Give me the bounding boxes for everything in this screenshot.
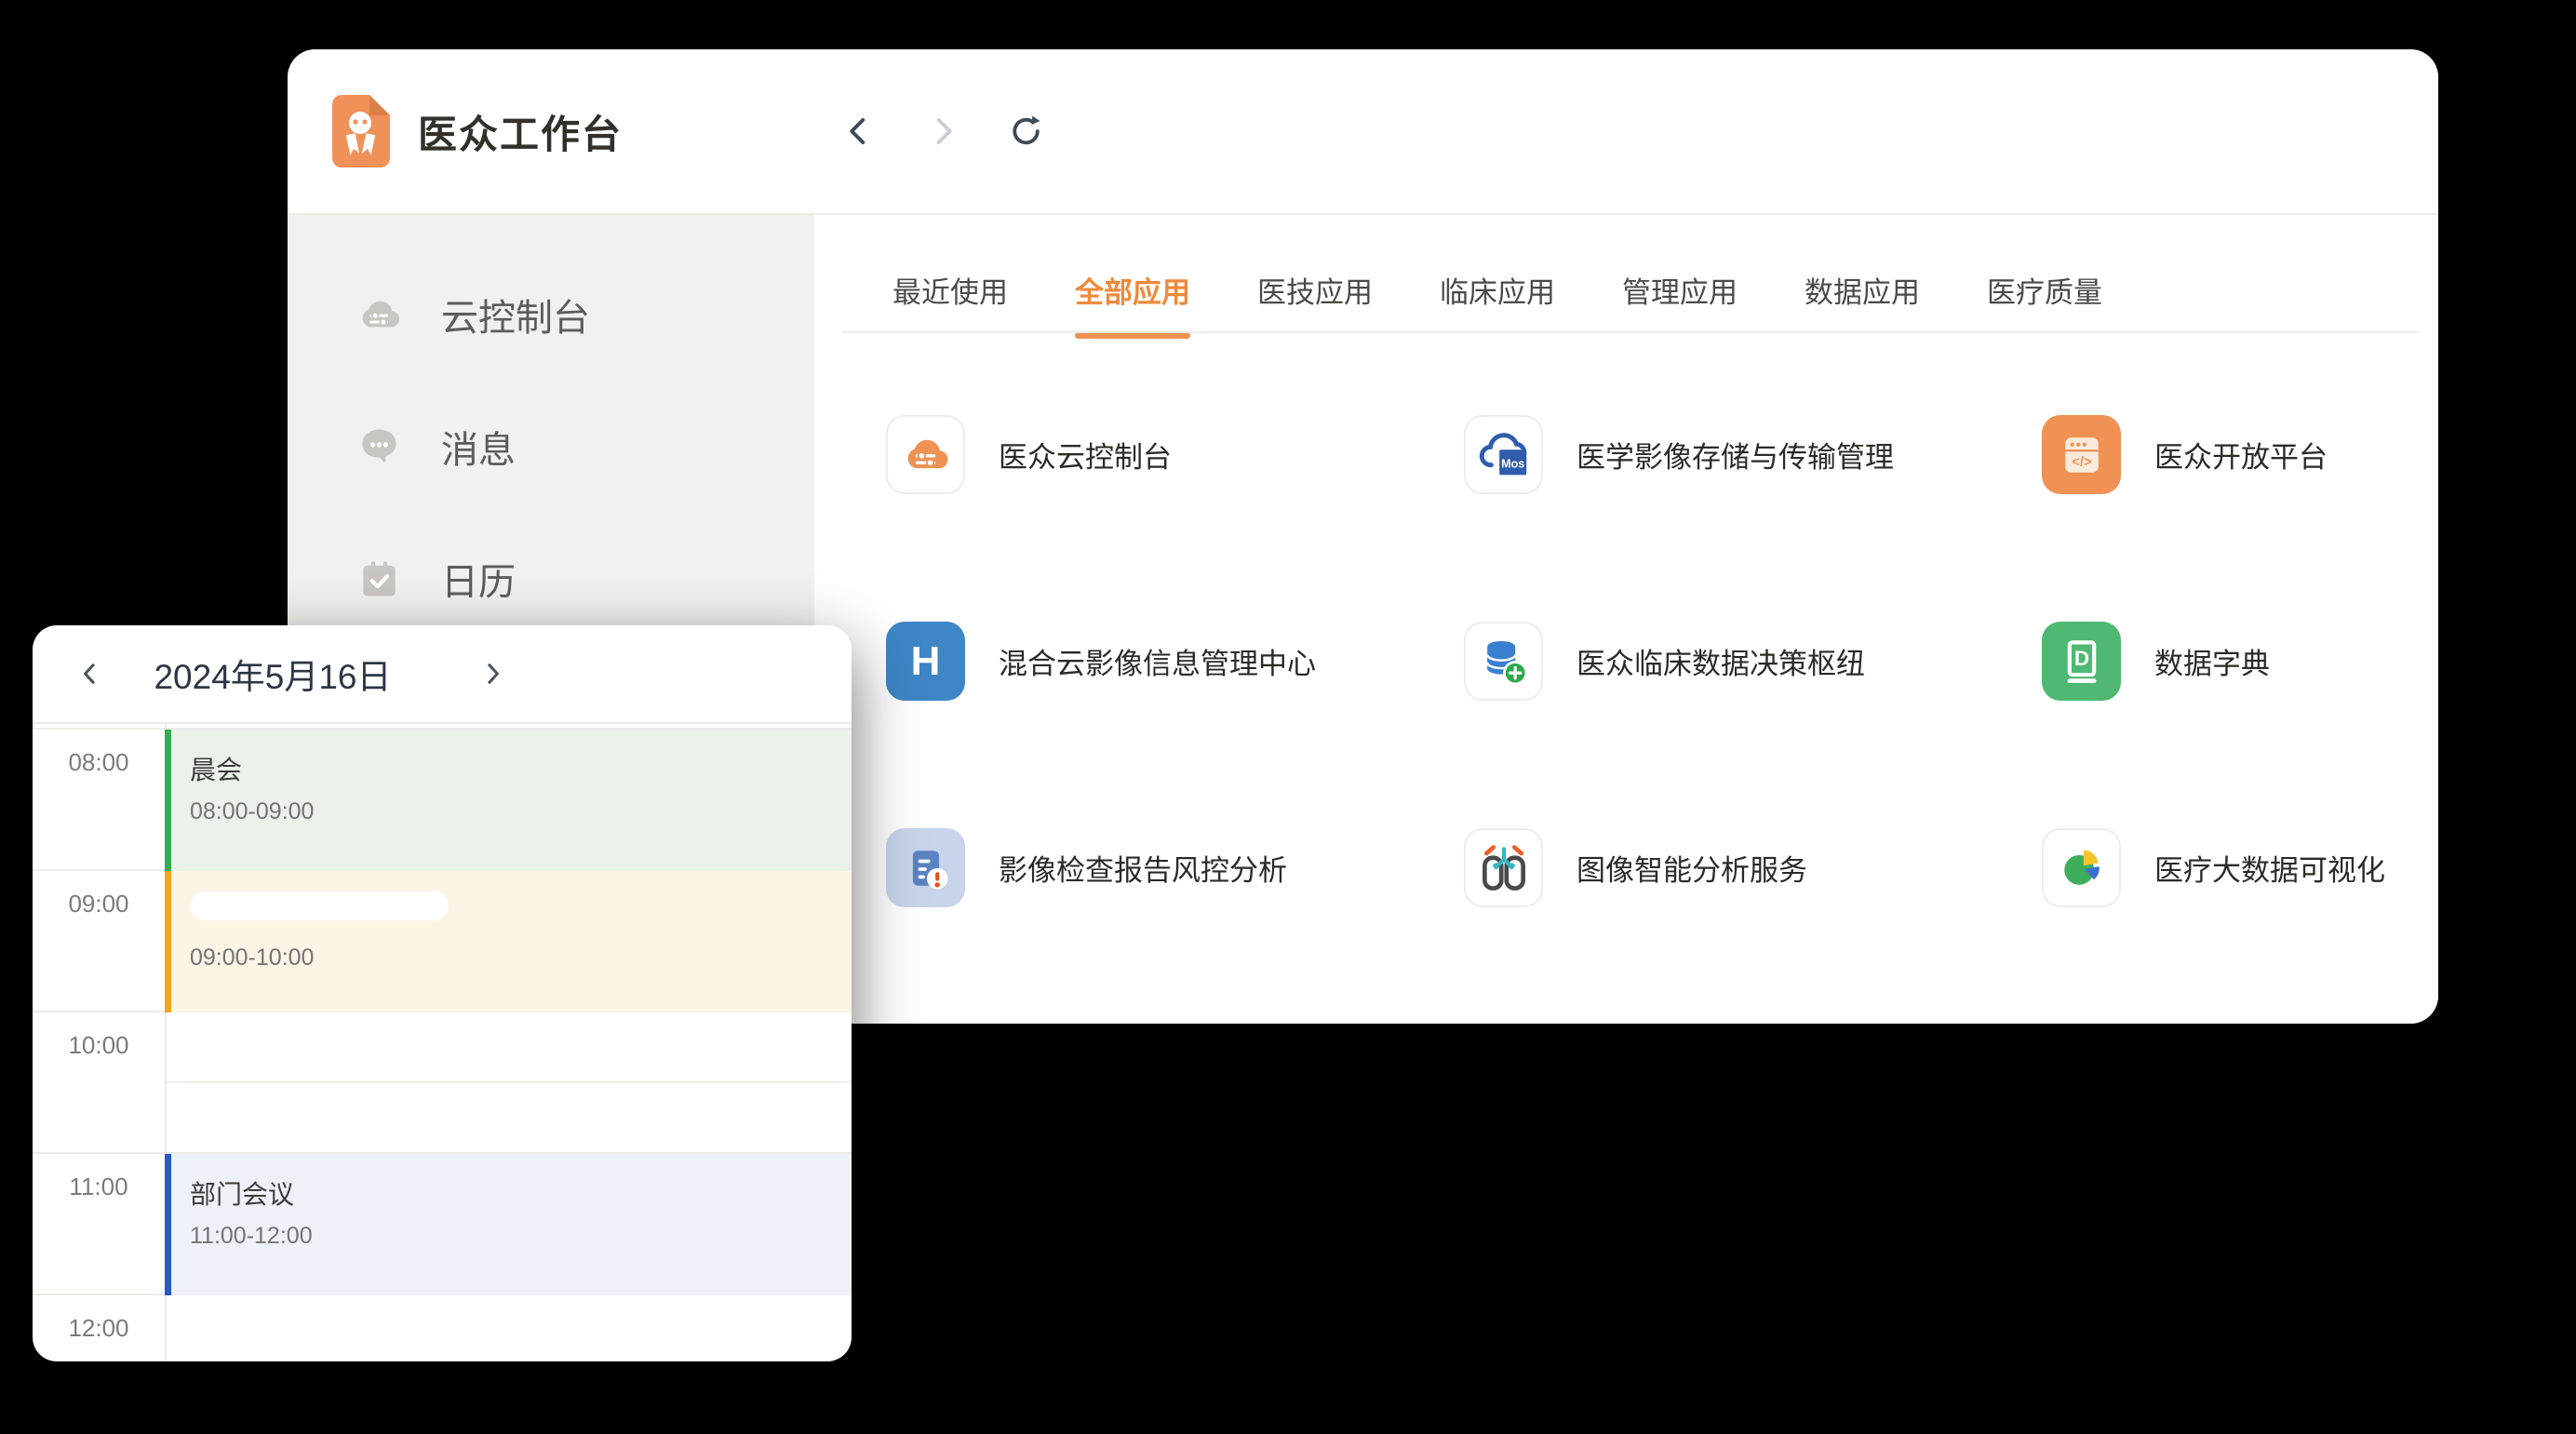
app-label: 医疗大数据可视化 <box>2154 847 2385 889</box>
dictionary-book-icon: D <box>2042 622 2121 701</box>
app-label: 医众云控制台 <box>999 434 1172 476</box>
nav-controls <box>839 49 1047 213</box>
event-redacted[interactable]: 09:00-10:00 <box>165 871 852 1012</box>
forward-icon[interactable] <box>922 111 963 152</box>
sidebar-item-messages[interactable]: 消息 <box>288 381 814 513</box>
tab-recent[interactable]: 最近使用 <box>892 269 1008 339</box>
svg-text:Mos: Mos <box>1501 457 1524 470</box>
calendar-header: 2024年5月16日 <box>33 625 852 724</box>
app-label: 医众开放平台 <box>2154 434 2328 476</box>
messages-icon <box>354 422 405 473</box>
cloud-mos-icon: Mos <box>1464 415 1543 494</box>
app-label: 医众临床数据决策枢纽 <box>1576 640 1865 682</box>
back-icon[interactable] <box>839 111 879 152</box>
time-label: 11:00 <box>33 1173 165 1201</box>
app-label: 数据字典 <box>2154 640 2270 682</box>
svg-text:</>: </> <box>2072 454 2092 470</box>
cloud-console-icon <box>354 289 405 341</box>
svg-text:D: D <box>2073 646 2088 669</box>
tab-bar: 最近使用 全部应用 医技应用 临床应用 管理应用 数据应用 医疗质量 <box>892 269 2102 339</box>
pie-chart-icon <box>2042 828 2121 907</box>
app-label: 混合云影像信息管理中心 <box>999 640 1316 682</box>
time-label: 08:00 <box>33 748 165 777</box>
tab-management[interactable]: 管理应用 <box>1622 269 1737 339</box>
event-morning-meeting[interactable]: 晨会 08:00-09:00 <box>165 730 852 871</box>
app-hybrid-cloud-imaging[interactable]: H 混合云影像信息管理中心 <box>886 622 1464 701</box>
calendar-prev-day-icon[interactable] <box>70 653 111 694</box>
app-clinical-data-hub[interactable]: 医众临床数据决策枢纽 <box>1464 622 2042 701</box>
app-label: 医学影像存储与传输管理 <box>1576 434 1894 476</box>
app-logo-icon <box>332 95 390 168</box>
sidebar-item-label: 消息 <box>441 420 516 474</box>
refresh-icon[interactable] <box>1006 111 1047 152</box>
active-tab-underline <box>1075 332 1190 339</box>
calendar-next-day-icon[interactable] <box>472 653 513 694</box>
calendar-icon <box>354 554 405 605</box>
app-bigdata-visualization[interactable]: 医疗大数据可视化 <box>2042 828 2438 907</box>
content-area: 最近使用 全部应用 医技应用 临床应用 管理应用 数据应用 医疗质量 <box>814 215 2438 1024</box>
cloud-settings-icon <box>886 415 965 494</box>
tabs-divider <box>842 331 2420 333</box>
time-label: 09:00 <box>33 890 165 918</box>
sidebar-item-label: 云控制台 <box>441 288 590 342</box>
event-title: 部门会议 <box>190 1174 852 1212</box>
open-platform-code-icon: </> <box>2042 415 2121 494</box>
app-data-dictionary[interactable]: D 数据字典 <box>2042 622 2438 701</box>
window-title: 医众工作台 <box>418 103 623 160</box>
tab-quality[interactable]: 医疗质量 <box>1987 269 2102 339</box>
event-time: 11:00-12:00 <box>190 1223 852 1250</box>
lungs-ai-icon <box>1464 828 1543 907</box>
sidebar-item-label: 日历 <box>441 552 516 606</box>
report-alert-icon <box>886 828 965 907</box>
app-grid: 医众云控制台 Mos 医学影像存储与传输管理 <box>886 415 2438 1024</box>
event-department-meeting[interactable]: 部门会议 11:00-12:00 <box>165 1154 852 1295</box>
hybrid-cloud-icon: H <box>886 622 965 701</box>
app-report-risk-analysis[interactable]: 影像检查报告风控分析 <box>886 828 1464 907</box>
time-label: 12:00 <box>33 1314 165 1343</box>
database-plus-icon <box>1464 622 1543 701</box>
time-label: 10:00 <box>33 1031 165 1060</box>
app-label: 图像智能分析服务 <box>1576 847 1807 889</box>
tab-all-apps[interactable]: 全部应用 <box>1075 269 1190 339</box>
calendar-date-title: 2024年5月16日 <box>133 649 412 699</box>
app-open-platform[interactable]: </> 医众开放平台 <box>2042 415 2438 494</box>
app-image-storage-transfer[interactable]: Mos 医学影像存储与传输管理 <box>1464 415 2042 494</box>
event-time: 09:00-10:00 <box>190 945 852 972</box>
calendar-day-view: 08:00 09:00 10:00 11:00 12:00 晨会 08:00-0… <box>33 724 852 1361</box>
event-title-redacted <box>190 891 449 920</box>
sidebar-item-cloud-console[interactable]: 云控制台 <box>288 248 814 381</box>
app-cloud-console[interactable]: 医众云控制台 <box>886 415 1464 494</box>
calendar-panel: 2024年5月16日 08:00 09:00 10:00 11:00 12:00… <box>33 625 852 1361</box>
tab-data[interactable]: 数据应用 <box>1805 269 1920 339</box>
tab-clinical[interactable]: 临床应用 <box>1440 269 1555 339</box>
event-title: 晨会 <box>190 750 852 787</box>
app-label: 影像检查报告风控分析 <box>999 847 1287 889</box>
event-time: 08:00-09:00 <box>190 798 852 825</box>
window-header: 医众工作台 <box>288 49 2438 215</box>
tab-medtech[interactable]: 医技应用 <box>1257 269 1373 339</box>
app-image-ai-analysis[interactable]: 图像智能分析服务 <box>1464 828 2042 907</box>
half-hour-line <box>167 1081 852 1083</box>
